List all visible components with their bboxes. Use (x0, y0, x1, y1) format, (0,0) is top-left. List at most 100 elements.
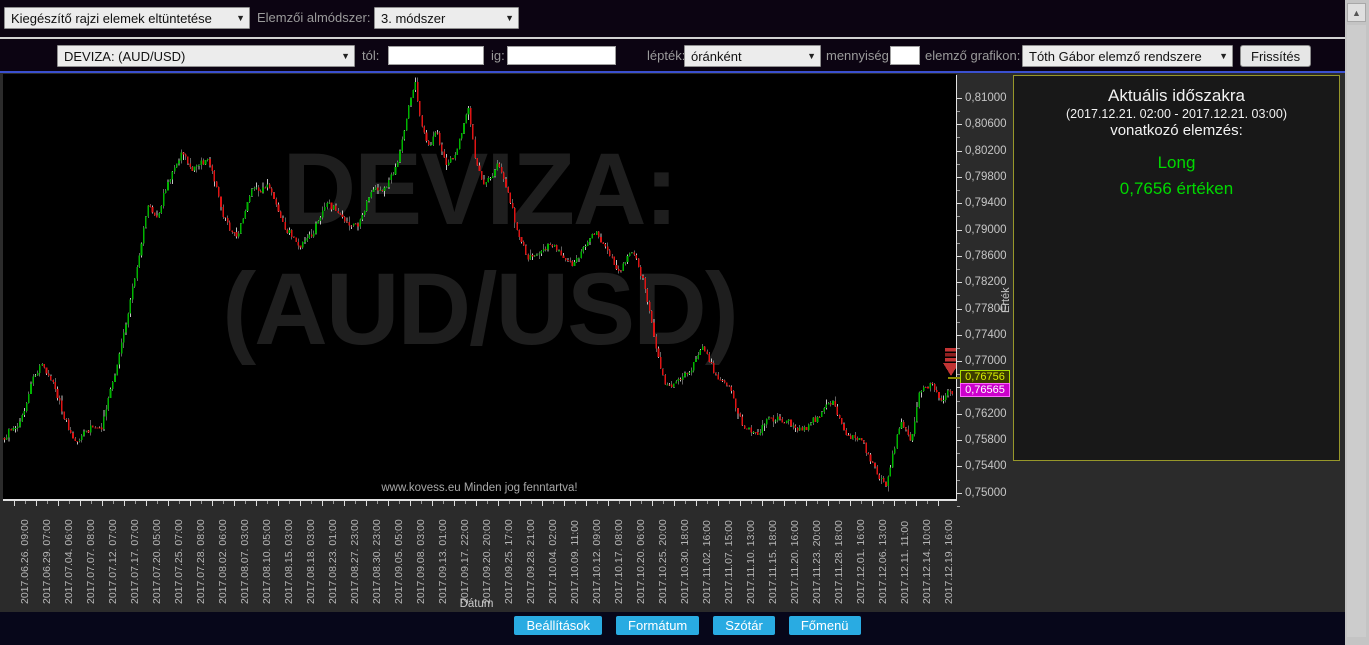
dropdown-arrow-icon: ▼ (236, 13, 245, 23)
y-minor-tick (957, 243, 960, 244)
x-minor-tick (201, 501, 202, 504)
dropdown-arrow-icon: ▼ (505, 13, 514, 23)
to-date-input[interactable] (507, 46, 616, 65)
extras-select[interactable]: Kiegészítő rajzi elemek eltüntetése ▼ (4, 7, 250, 29)
x-tick (498, 501, 499, 506)
vertical-scrollbar[interactable]: ▲ (1345, 0, 1369, 645)
x-tick (652, 501, 653, 506)
x-tick (366, 501, 367, 506)
format-button[interactable]: Formátum (616, 616, 700, 635)
pair-select[interactable]: DEVIZA: (AUD/USD) ▼ (57, 45, 355, 67)
x-minor-tick (311, 501, 312, 504)
x-minor-tick (773, 501, 774, 504)
dropdown-arrow-icon: ▼ (807, 51, 816, 61)
y-tick-label: 0,75000 (965, 487, 1007, 499)
scale-select[interactable]: óránként ▼ (684, 45, 821, 67)
scale-select-value: óránként (691, 48, 742, 64)
x-tick (14, 501, 15, 506)
y-minor-tick (957, 480, 960, 481)
y-minor-tick (957, 216, 960, 217)
x-minor-tick (575, 501, 576, 504)
x-minor-tick (861, 501, 862, 504)
x-minor-tick (839, 501, 840, 504)
extras-select-value: Kiegészítő rajzi elemek eltüntetése (11, 10, 212, 26)
x-minor-tick (245, 501, 246, 504)
y-tick (957, 493, 962, 494)
y-minor-tick (957, 269, 960, 270)
x-tick (344, 501, 345, 506)
y-minor-tick (957, 506, 960, 507)
y-tick-label: 0,79800 (965, 171, 1007, 183)
analysis-panel: Aktuális időszakra (2017.12.21. 02:00 - … (1013, 75, 1340, 461)
y-tick (957, 203, 962, 204)
x-tick-label: 2017.09.08. 03:00 (415, 519, 427, 604)
x-tick (322, 501, 323, 506)
y-minor-tick (957, 190, 960, 191)
x-tick (410, 501, 411, 506)
y-tick (957, 151, 962, 152)
y-tick (957, 466, 962, 467)
x-tick (718, 501, 719, 506)
x-tick-label: 2017.09.20. 20:00 (481, 519, 493, 604)
y-tick-label: 0,75400 (965, 460, 1007, 472)
settings-button[interactable]: Beállítások (514, 616, 603, 635)
submethod-select[interactable]: 3. módszer ▼ (374, 7, 519, 29)
y-tick-label: 0,77400 (965, 329, 1007, 341)
y-minor-tick (957, 164, 960, 165)
refresh-button[interactable]: Frissítés (1240, 45, 1312, 67)
x-tick-label: 2017.12.01. 16:00 (855, 519, 867, 604)
y-tick (957, 124, 962, 125)
x-tick-label: 2017.08.07. 03:00 (239, 519, 251, 604)
y-minor-tick (957, 137, 960, 138)
x-tick (300, 501, 301, 506)
x-tick-label: 2017.09.25. 17:00 (503, 519, 515, 604)
analyzer-label: elemző grafikon: (925, 48, 1021, 63)
y-tick (957, 335, 962, 336)
x-minor-tick (47, 501, 48, 504)
x-tick-label: 2017.06.29. 07:00 (41, 519, 53, 604)
y-minor-tick (957, 427, 960, 428)
y-minor-tick (957, 295, 960, 296)
x-tick-label: 2017.11.28. 18:00 (833, 520, 845, 604)
y-tick (957, 177, 962, 178)
x-tick-label: 2017.10.17. 08:00 (613, 519, 625, 604)
x-minor-tick (597, 501, 598, 504)
marker-connector (948, 377, 960, 379)
pair-select-value: DEVIZA: (AUD/USD) (64, 48, 186, 64)
x-tick-label: 2017.08.23. 01:00 (327, 519, 339, 604)
x-tick (190, 501, 191, 506)
dictionary-button[interactable]: Szótár (713, 616, 775, 635)
x-tick (872, 501, 873, 506)
x-tick-label: 2017.07.28. 08:00 (195, 519, 207, 604)
x-minor-tick (619, 501, 620, 504)
x-minor-tick (113, 501, 114, 504)
x-tick-label: 2017.10.25. 20:00 (657, 519, 669, 604)
x-tick (168, 501, 169, 506)
quantity-input[interactable] (890, 46, 920, 65)
candlestick-plot[interactable]: DEVIZA: (AUD/USD) www.kovess.eu Minden j… (3, 74, 956, 500)
y-tick (957, 230, 962, 231)
x-tick-label: 2017.08.02. 06:00 (217, 519, 229, 604)
x-tick (586, 501, 587, 506)
x-tick-label: 2017.10.30. 18:00 (679, 519, 691, 604)
main-menu-button[interactable]: Főmenü (788, 616, 861, 635)
x-tick-label: 2017.11.07. 15:00 (723, 520, 735, 604)
x-tick (80, 501, 81, 506)
analyzer-select[interactable]: Tóth Gábor elemző rendszere ▼ (1022, 45, 1233, 67)
x-minor-tick (905, 501, 906, 504)
from-date-input[interactable] (388, 46, 484, 65)
y-tick-label: 0,75800 (965, 434, 1007, 446)
x-tick-label: 2017.08.10. 05:00 (261, 519, 273, 604)
x-tick-label: 2017.08.27. 23:00 (349, 519, 361, 604)
x-tick-label: 2017.07.07. 08:00 (85, 519, 97, 604)
x-minor-tick (509, 501, 510, 504)
x-tick (520, 501, 521, 506)
from-label: tól: (362, 48, 380, 63)
scrollbar-thumb[interactable] (1347, 25, 1366, 637)
x-tick-label: 2017.08.15. 03:00 (283, 519, 295, 604)
x-tick (58, 501, 59, 506)
y-tick-label: 0,81000 (965, 92, 1007, 104)
scroll-up-icon[interactable]: ▲ (1347, 3, 1366, 22)
scale-label: lépték: (647, 48, 686, 63)
x-minor-tick (685, 501, 686, 504)
